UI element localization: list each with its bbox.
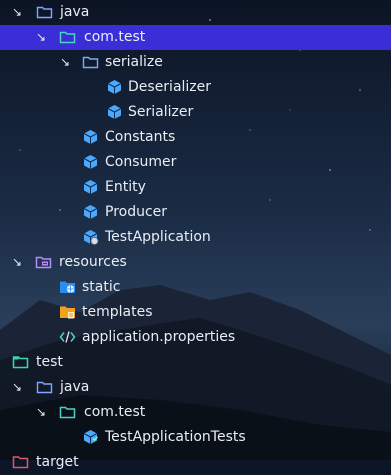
tree-row-consumer[interactable]: Consumer (0, 150, 391, 175)
tree-row-label: Serializer (128, 104, 194, 120)
project-tree: ↘ java ↘ com.test ↘ serialize Deserializ… (0, 0, 391, 470)
tree-row-templates[interactable]: templates (0, 300, 391, 325)
tree-row-label: resources (59, 254, 127, 270)
expand-arrow-icon[interactable]: ↘ (34, 404, 48, 420)
class-icon (106, 79, 123, 95)
tree-row-serializer[interactable]: Serializer (0, 100, 391, 125)
tree-row-label: TestApplicationTests (105, 429, 246, 445)
class-icon (106, 104, 123, 120)
resources-folder-icon (35, 254, 52, 270)
properties-file-icon (59, 329, 76, 345)
tree-row-test[interactable]: test (0, 350, 391, 375)
tree-row-label: Consumer (105, 154, 177, 170)
web-folder-icon (59, 279, 76, 295)
tree-row-producer[interactable]: Producer (0, 200, 391, 225)
expand-arrow-icon[interactable]: ↘ (10, 254, 24, 270)
tree-row-label: Deserializer (128, 79, 212, 95)
class-icon (82, 204, 99, 220)
folder-icon (82, 54, 99, 70)
tree-row-serialize[interactable]: ↘ serialize (0, 50, 391, 75)
tree-row-test-java[interactable]: ↘ java (0, 375, 391, 400)
tree-row-java[interactable]: ↘ java (0, 0, 391, 25)
class-icon (82, 129, 99, 145)
tree-row-label: static (82, 279, 121, 295)
class-icon (82, 179, 99, 195)
tree-row-label: com.test (84, 404, 146, 420)
tree-row-label: templates (82, 304, 153, 320)
expand-arrow-icon[interactable]: ↘ (10, 4, 24, 20)
test-class-icon (82, 429, 99, 445)
tree-row-test-com-test[interactable]: ↘ com.test (0, 400, 391, 425)
tree-row-label: application.properties (82, 329, 236, 345)
tree-row-label: Entity (105, 179, 146, 195)
tree-row-label: java (60, 4, 90, 20)
module-folder-icon (12, 354, 29, 370)
tree-row-deserializer[interactable]: Deserializer (0, 75, 391, 100)
class-icon (82, 154, 99, 170)
tree-row-label: target (36, 454, 79, 470)
folder-icon (36, 4, 53, 20)
tree-row-target[interactable]: target (0, 450, 391, 475)
tree-row-label: com.test (84, 29, 146, 45)
tree-row-application-properties[interactable]: application.properties (0, 325, 391, 350)
tree-row-label: test (36, 354, 63, 370)
tree-row-com-test[interactable]: ↘ com.test (0, 25, 391, 50)
tree-row-constants[interactable]: Constants (0, 125, 391, 150)
package-folder-icon (59, 29, 76, 45)
tree-row-label: java (60, 379, 90, 395)
tree-row-testapplicationtests[interactable]: TestApplicationTests (0, 425, 391, 450)
tree-row-label: Producer (105, 204, 168, 220)
module-folder-icon (12, 454, 29, 470)
tree-row-static[interactable]: static (0, 275, 391, 300)
templates-folder-icon (59, 304, 76, 320)
tree-row-entity[interactable]: Entity (0, 175, 391, 200)
tree-row-resources[interactable]: ↘ resources (0, 250, 391, 275)
tree-row-label: Constants (105, 129, 176, 145)
expand-arrow-icon[interactable]: ↘ (34, 29, 48, 45)
expand-arrow-icon[interactable]: ↘ (58, 54, 72, 70)
spring-app-class-icon (82, 229, 99, 245)
tree-row-testapplication[interactable]: TestApplication (0, 225, 391, 250)
folder-icon (36, 379, 53, 395)
package-folder-icon (59, 404, 76, 420)
expand-arrow-icon[interactable]: ↘ (10, 379, 24, 395)
tree-row-label: serialize (105, 54, 163, 70)
tree-row-label: TestApplication (105, 229, 211, 245)
